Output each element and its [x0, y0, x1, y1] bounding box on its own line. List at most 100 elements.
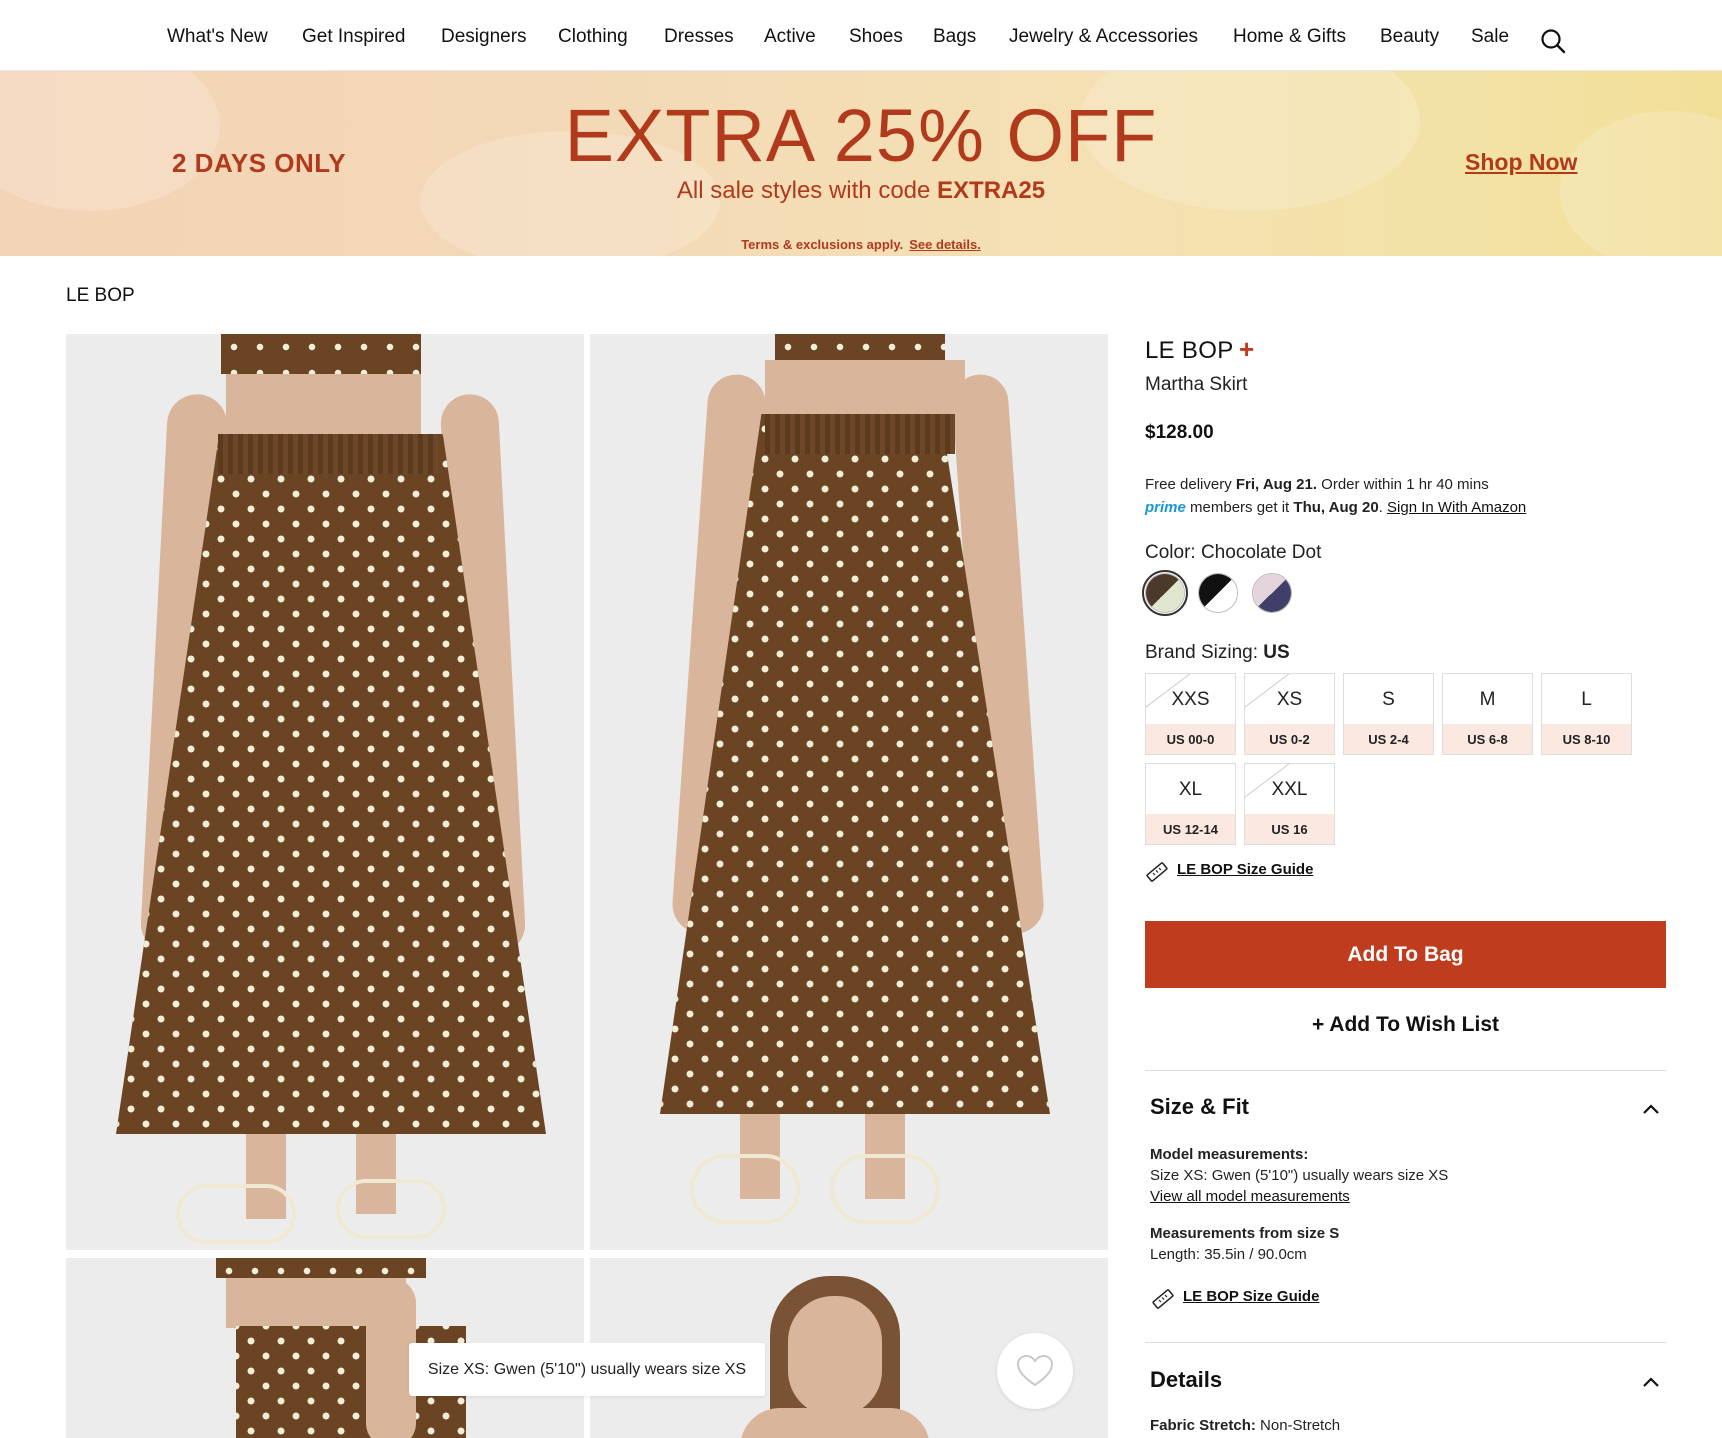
view-model-measurements-link[interactable]: View all model measurements: [1150, 1186, 1448, 1207]
color-label: Color: Chocolate Dot: [1145, 542, 1322, 563]
size-us-label: US 16: [1245, 814, 1334, 844]
nav-sale[interactable]: Sale: [1471, 26, 1509, 48]
delivery-text: Free delivery: [1145, 476, 1236, 493]
product-image-front[interactable]: [66, 334, 584, 1250]
product-price: $128.00: [1145, 422, 1214, 443]
sandal: [176, 1184, 296, 1244]
skirt-waistband: [765, 414, 955, 454]
sandal: [336, 1179, 446, 1239]
model-measurements-text: Size XS: Gwen (5'10") usually wears size…: [1150, 1167, 1449, 1184]
swatch-fill: [1146, 574, 1184, 612]
nav-shoes[interactable]: Shoes: [849, 26, 903, 48]
banner-sub-prefix: All sale styles with code: [676, 177, 938, 204]
chevron-up-icon[interactable]: [1641, 1372, 1661, 1392]
size-option-xs[interactable]: XS US 0-2: [1244, 673, 1335, 755]
nav-beauty[interactable]: Beauty: [1380, 26, 1439, 48]
heart-icon: [1016, 1354, 1054, 1387]
size-option-s[interactable]: S US 2-4: [1343, 673, 1434, 755]
model-torso: [226, 374, 421, 440]
nav-jewelry-accessories[interactable]: Jewelry & Accessories: [1009, 26, 1198, 48]
size-us-label: US 6-8: [1443, 724, 1532, 754]
size-option-xl[interactable]: XL US 12-14: [1145, 763, 1236, 845]
model-measurements-label: Model measurements:: [1150, 1146, 1309, 1163]
nav-bags[interactable]: Bags: [933, 26, 976, 48]
brand-name[interactable]: LE BOP: [1145, 337, 1234, 365]
terms-text: Terms & exclusions apply.: [741, 237, 904, 252]
size-label: L: [1581, 689, 1592, 710]
add-to-bag-button[interactable]: Add To Bag: [1145, 921, 1666, 988]
model-torso: [765, 360, 965, 420]
garment-length: Length: 35.5in / 90.0cm: [1150, 1246, 1307, 1263]
nav-clothing[interactable]: Clothing: [558, 26, 628, 48]
swatch-black-white[interactable]: [1198, 573, 1238, 613]
size-option-xxl[interactable]: XXL US 16: [1244, 763, 1335, 845]
search-icon[interactable]: [1539, 27, 1567, 55]
size-us-label: US 00-0: [1146, 724, 1235, 754]
crop-top: [775, 334, 945, 360]
size-option-xxs[interactable]: XXS US 00-0: [1145, 673, 1236, 755]
product-image-back[interactable]: [590, 334, 1108, 1250]
top-navigation: What's New Get Inspired Designers Clothi…: [0, 0, 1722, 71]
garment-measurements-label: Measurements from size S: [1150, 1225, 1340, 1242]
brand-sizing-label: Brand Sizing: US: [1145, 642, 1290, 664]
sizing-text: Brand Sizing:: [1145, 642, 1264, 663]
swatch-fill: [1199, 574, 1237, 612]
nav-home-gifts[interactable]: Home & Gifts: [1233, 26, 1346, 48]
sandal: [690, 1154, 800, 1224]
nav-whats-new[interactable]: What's New: [167, 26, 268, 48]
size-label: XL: [1178, 779, 1203, 800]
swatch-chocolate-dot[interactable]: [1145, 573, 1185, 613]
sizing-value: US: [1263, 642, 1290, 663]
size-us-label: US 0-2: [1245, 724, 1334, 754]
size-label: S: [1382, 689, 1395, 710]
crop-top: [221, 334, 421, 374]
banner-subtext: All sale styles with code EXTRA25: [0, 177, 1722, 205]
prime-text-end: .: [1378, 499, 1388, 516]
delivery-date: Fri, Aug 21.: [1235, 476, 1317, 493]
promo-code: EXTRA25: [937, 177, 1046, 204]
ruler-icon: [1152, 1289, 1174, 1309]
nav-active[interactable]: Active: [764, 26, 816, 48]
wishlist-heart-button[interactable]: [997, 1333, 1073, 1409]
size-guide-label: LE BOP Size Guide: [1183, 1288, 1320, 1305]
size-option-m[interactable]: M US 6-8: [1442, 673, 1533, 755]
size-option-l[interactable]: L US 8-10: [1541, 673, 1632, 755]
size-label: M: [1479, 689, 1496, 710]
follow-brand-button[interactable]: +: [1239, 334, 1254, 365]
see-details-link[interactable]: See details.: [909, 237, 981, 252]
nav-designers[interactable]: Designers: [441, 26, 527, 48]
breadcrumb[interactable]: LE BOP: [66, 285, 135, 307]
product-name: Martha Skirt: [1145, 374, 1248, 395]
add-to-wish-list-button[interactable]: + Add To Wish List: [1145, 1013, 1666, 1037]
size-us-label: US 2-4: [1344, 724, 1433, 754]
size-us-label: US 12-14: [1146, 814, 1235, 844]
prime-logo: prime: [1145, 499, 1186, 516]
delivery-line-1: Free delivery Fri, Aug 21. Order within …: [1145, 473, 1526, 496]
skirt-waistband: [218, 434, 438, 474]
banner-headline: EXTRA 25% OFF: [564, 94, 1158, 177]
delivery-cutoff: Order within 1 hr 40 mins: [1317, 476, 1489, 493]
crop-top: [216, 1258, 426, 1278]
size-fit-accordion-title[interactable]: Size & Fit: [1150, 1094, 1249, 1120]
nav-dresses[interactable]: Dresses: [664, 26, 734, 48]
ruler-icon: [1146, 862, 1168, 882]
model-face: [788, 1296, 882, 1416]
delivery-info: Free delivery Fri, Aug 21. Order within …: [1145, 473, 1526, 519]
chevron-up-icon[interactable]: [1641, 1099, 1661, 1119]
swatch-fill: [1253, 574, 1291, 612]
promo-banner[interactable]: 2 DAYS ONLY EXTRA 25% OFF All sale style…: [0, 71, 1722, 256]
model-size-tooltip: Size XS: Gwen (5'10") usually wears size…: [409, 1343, 765, 1396]
divider: [1145, 1342, 1666, 1343]
nav-get-inspired[interactable]: Get Inspired: [302, 26, 406, 48]
fabric-stretch-value: Non-Stretch: [1255, 1417, 1341, 1434]
prime-date: Thu, Aug 20: [1293, 499, 1379, 516]
size-guide-label: LE BOP Size Guide: [1177, 861, 1314, 878]
sign-in-amazon-link[interactable]: Sign In With Amazon: [1387, 499, 1526, 516]
details-accordion-title[interactable]: Details: [1150, 1367, 1222, 1393]
swatch-lavender-navy[interactable]: [1252, 573, 1292, 613]
banner-terms: Terms & exclusions apply. See details.: [0, 237, 1722, 252]
fabric-stretch: Fabric Stretch: Non-Stretch: [1150, 1415, 1340, 1436]
delivery-line-2: prime members get it Thu, Aug 20. Sign I…: [1145, 496, 1526, 519]
shop-now-link[interactable]: Shop Now: [1465, 149, 1577, 176]
size-label: XXS: [1171, 689, 1210, 710]
